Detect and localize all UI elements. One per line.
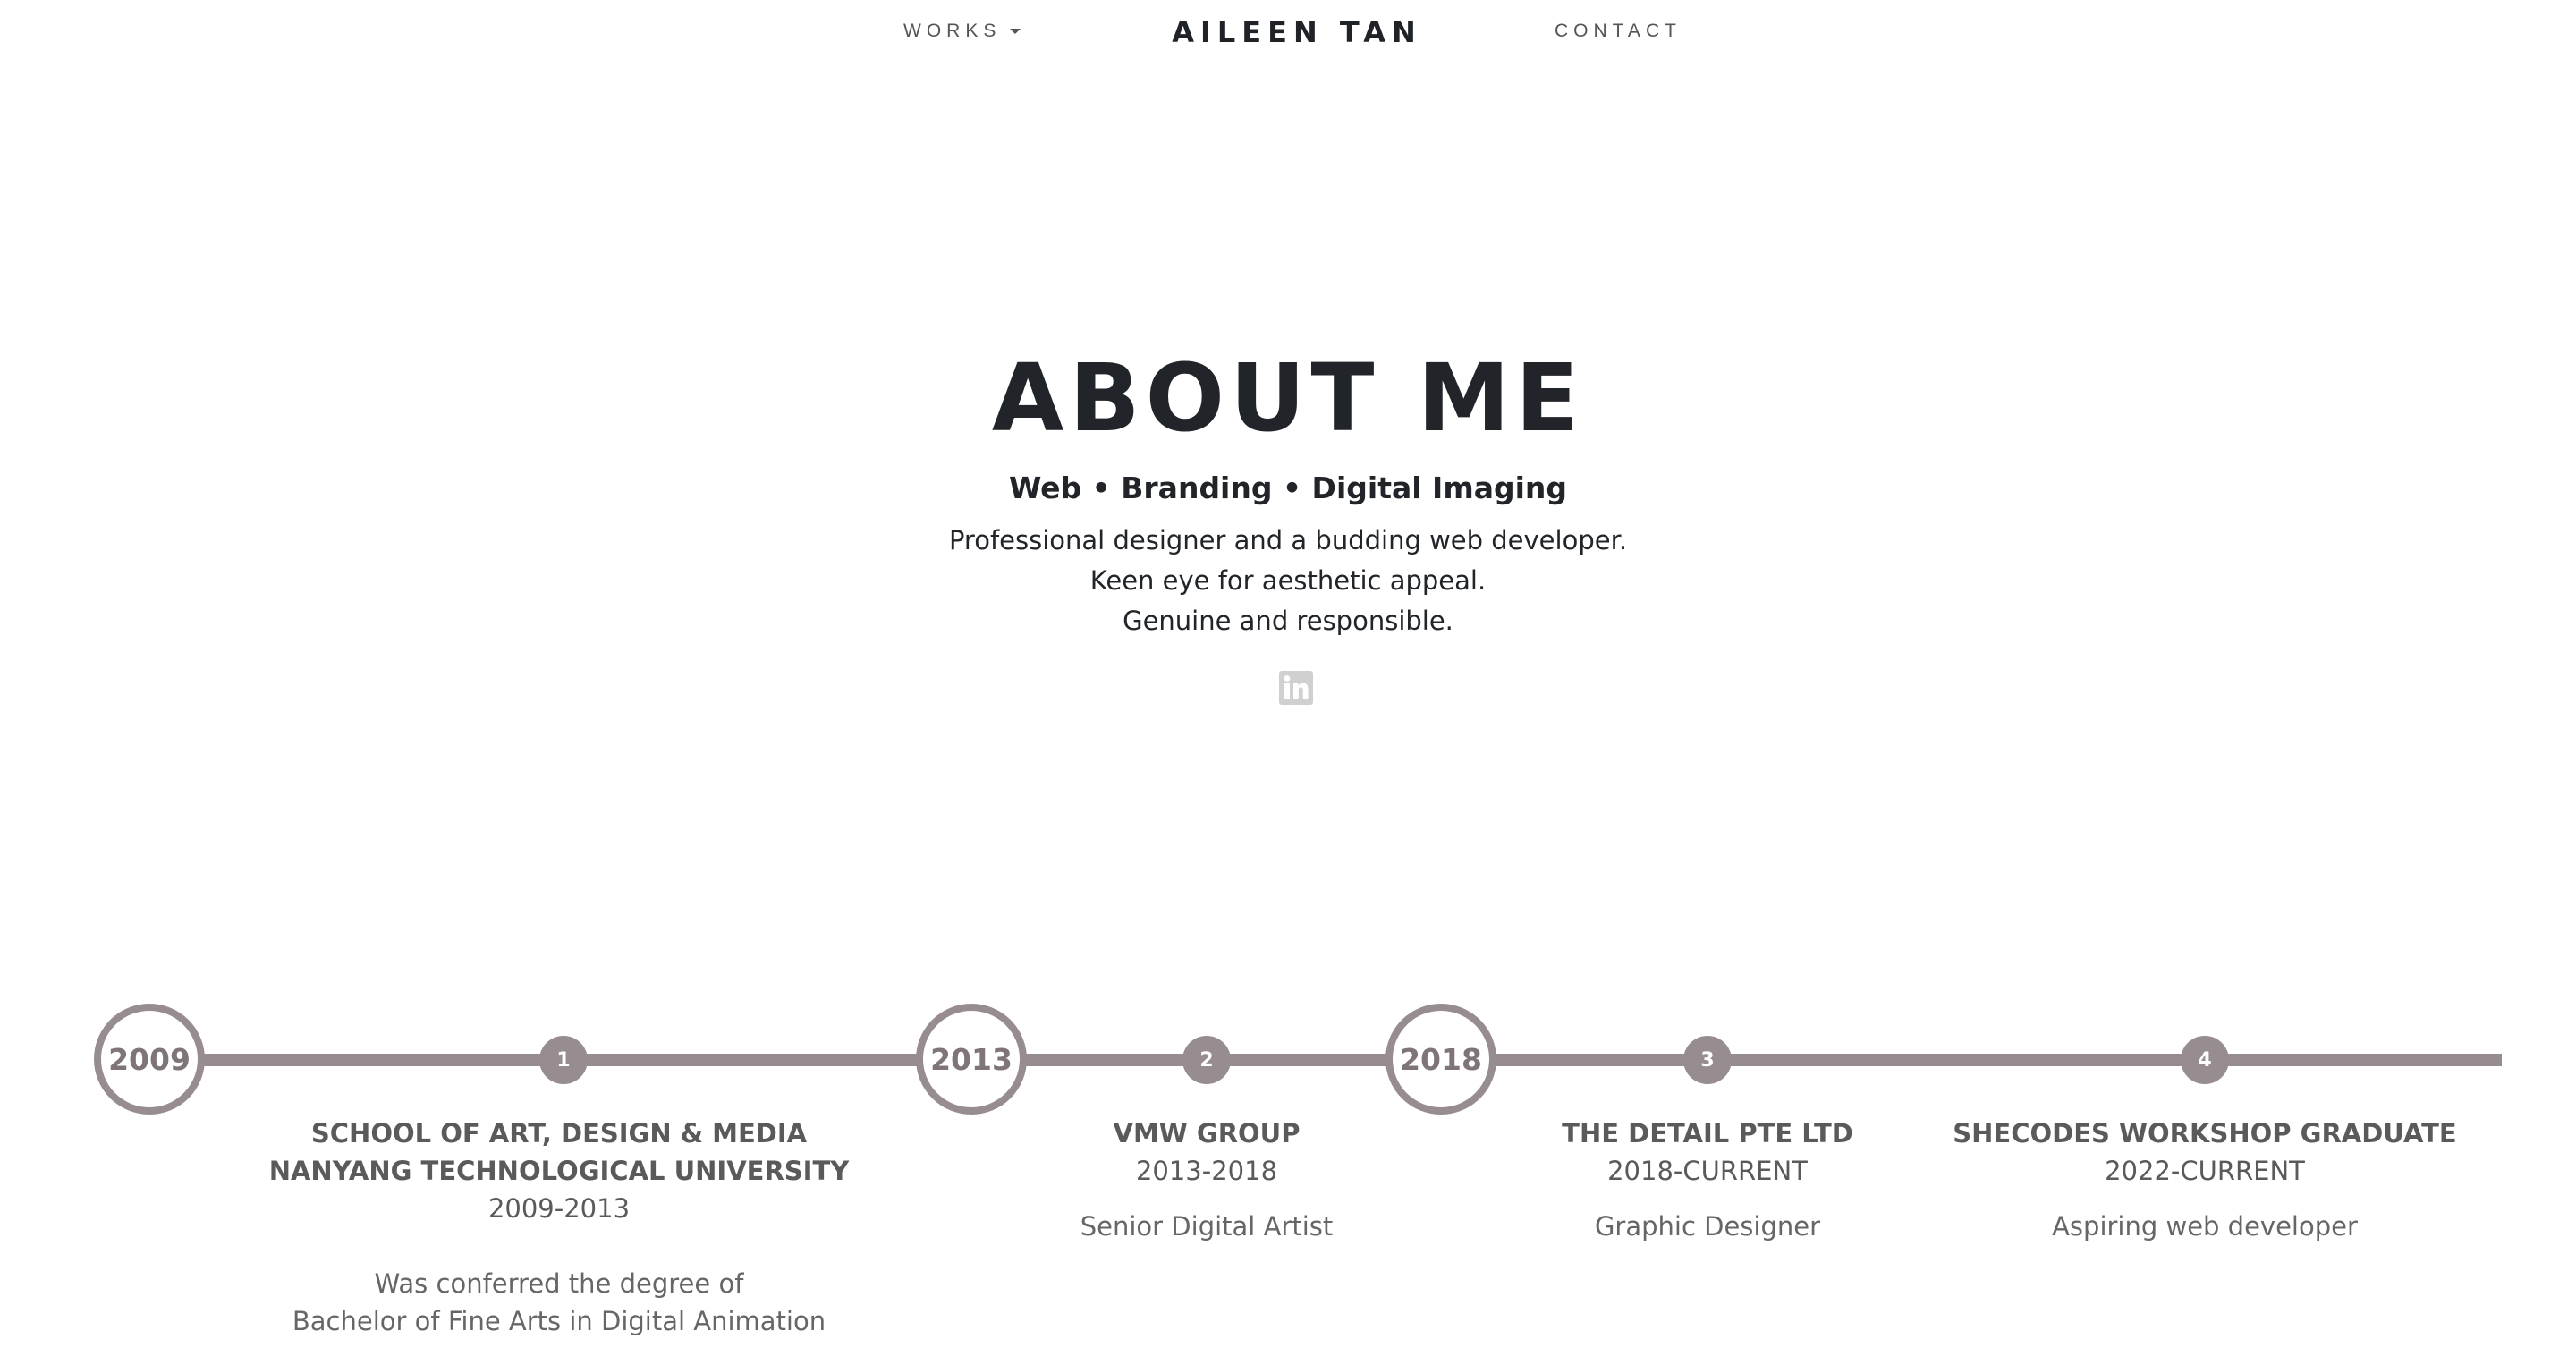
- step-number: 2: [1199, 1048, 1214, 1072]
- timeline-line: [150, 1054, 2502, 1066]
- entry-period: 2009-2013: [487, 1193, 631, 1224]
- entry-description: Was conferred the degree of Bachelor of …: [219, 1265, 899, 1340]
- nav-contact-link[interactable]: CONTACT: [1555, 20, 1682, 43]
- timeline-step-3: 3: [1683, 1036, 1732, 1084]
- timeline-step-2: 2: [1182, 1036, 1231, 1084]
- intro-text: Professional designer and a budding web …: [0, 521, 2576, 641]
- entry-period: 2022-CURRENT: [2105, 1156, 2305, 1186]
- intro-line: Keen eye for aesthetic appeal.: [1089, 565, 1487, 596]
- entry-description-line: Bachelor of Fine Arts in Digital Animati…: [292, 1306, 826, 1336]
- entry-title: SCHOOL OF ART, DESIGN & MEDIA: [310, 1118, 808, 1149]
- entry-title: SHECODES WORKSHOP GRADUATE: [1953, 1118, 2457, 1149]
- nav-works-dropdown[interactable]: WORKS: [903, 20, 1021, 43]
- step-number: 1: [556, 1048, 571, 1072]
- year-label: 2018: [1400, 1041, 1482, 1077]
- timeline-step-4: 4: [2181, 1036, 2229, 1084]
- intro-line: Professional designer and a budding web …: [948, 525, 1628, 555]
- year-label: 2009: [108, 1041, 191, 1077]
- year-marker-2009: 2009: [94, 1004, 205, 1115]
- brand-logo[interactable]: AILEEN TAN: [1161, 14, 1433, 50]
- timeline-entry-education: SCHOOL OF ART, DESIGN & MEDIA NANYANG TE…: [219, 1115, 899, 1340]
- step-number: 3: [1700, 1048, 1715, 1072]
- nav-works-label: WORKS: [903, 21, 1002, 41]
- page-title: ABOUT ME: [991, 343, 1585, 453]
- about-page: WORKS AILEEN TAN CONTACT ABOUT ME Web • …: [0, 0, 2576, 1365]
- entry-description-line: Was conferred the degree of: [374, 1268, 744, 1299]
- year-marker-2013: 2013: [916, 1004, 1027, 1115]
- timeline-step-1: 1: [539, 1036, 588, 1084]
- year-label: 2013: [930, 1041, 1013, 1077]
- timeline-entry-shecodes: SHECODES WORKSHOP GRADUATE 2022-CURRENT …: [1865, 1115, 2545, 1245]
- step-number: 4: [2198, 1048, 2212, 1072]
- caret-down-icon: [1010, 29, 1021, 34]
- entry-title: NANYANG TECHNOLOGICAL UNIVERSITY: [268, 1156, 850, 1186]
- linkedin-icon[interactable]: [1279, 671, 1313, 705]
- entry-role: Aspiring web developer: [2052, 1211, 2358, 1242]
- intro-line: Genuine and responsible.: [1123, 606, 1453, 636]
- year-marker-2018: 2018: [1385, 1004, 1496, 1115]
- page-subtitle: Web • Branding • Digital Imaging: [1008, 471, 1568, 505]
